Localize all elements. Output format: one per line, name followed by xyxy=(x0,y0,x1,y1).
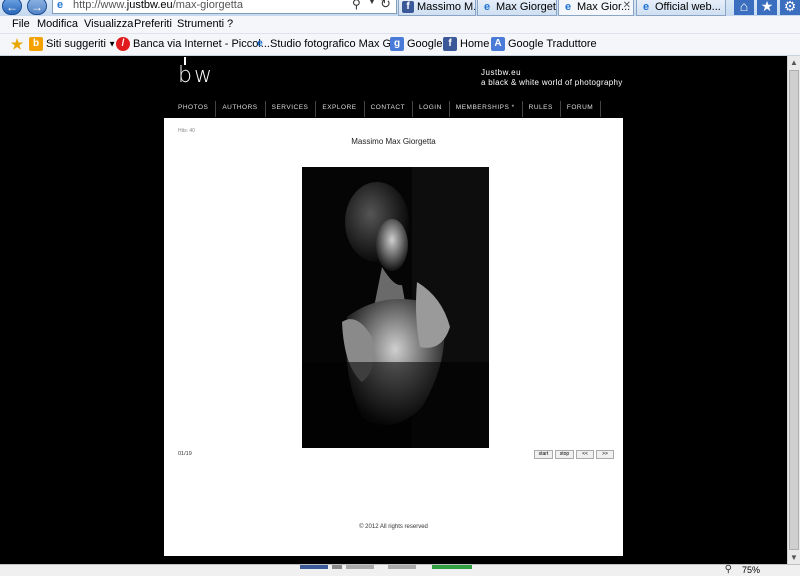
nav-services[interactable]: SERVICES xyxy=(266,101,317,117)
zoom-level[interactable]: 75% xyxy=(742,565,760,575)
taskbar-strip xyxy=(388,565,416,569)
nav-explore[interactable]: EXPLORE xyxy=(316,101,365,117)
nav-photos[interactable]: PHOTOS xyxy=(172,101,217,117)
google-icon: g xyxy=(390,37,404,51)
menu-modifica[interactable]: Modifica xyxy=(37,18,78,30)
gallery-photo[interactable] xyxy=(302,167,489,448)
slideshow-stop-button[interactable]: stop xyxy=(555,450,574,459)
dropdown-arrow-icon[interactable]: ▼ xyxy=(368,0,376,6)
scroll-thumb[interactable] xyxy=(789,70,799,550)
fav-google-traduttore[interactable]: A Google Traduttore xyxy=(491,37,597,53)
status-bar: ⚲ 75% xyxy=(0,564,800,576)
fav-google[interactable]: g Google xyxy=(390,37,442,53)
menu-strumenti[interactable]: Strumenti xyxy=(177,18,224,30)
site-logo[interactable]: bw xyxy=(178,57,214,88)
bank-icon: / xyxy=(116,37,130,51)
back-button[interactable]: ← xyxy=(2,0,22,15)
close-tab-icon[interactable]: ✕ xyxy=(623,0,631,11)
search-icon[interactable]: ⚲ xyxy=(352,0,361,11)
photo-counter: 01/19 xyxy=(178,451,192,457)
fav-banca[interactable]: / Banca via Internet - Piccol... xyxy=(116,37,270,53)
taskbar-strip xyxy=(346,565,374,569)
nav-memberships[interactable]: MEMBERSHIPS * xyxy=(450,101,523,117)
ie-page-icon: e xyxy=(483,1,491,13)
nav-contact[interactable]: CONTACT xyxy=(365,101,414,117)
taskbar-strip xyxy=(300,565,328,569)
favorites-add-icon[interactable]: ★ xyxy=(10,37,27,53)
facebook-icon: f xyxy=(402,1,414,13)
tab-max-giorgetta[interactable]: eMax Giorget... xyxy=(477,0,557,16)
refresh-icon[interactable]: ↻ xyxy=(380,0,391,12)
ie-page-icon: e xyxy=(642,1,650,13)
portrait-image xyxy=(302,167,489,448)
fav-siti-suggeriti[interactable]: b Siti suggeriti ▼ xyxy=(29,37,116,53)
url-text: http://www.justbw.eu/max-giorgetta xyxy=(73,0,243,11)
taskbar-strip xyxy=(432,565,472,569)
menu-help[interactable]: ? xyxy=(227,18,233,30)
favorites-bar: ★ b Siti suggeriti ▼ / Banca via Internet … xyxy=(0,34,800,56)
previous-photo-button[interactable]: << xyxy=(576,450,594,459)
nav-login[interactable]: LOGIN xyxy=(413,101,450,117)
page-scrollbar[interactable]: ▲ ▼ xyxy=(787,56,800,564)
menu-visualizza[interactable]: Visualizza xyxy=(84,18,133,30)
home-icon[interactable]: ⌂ xyxy=(734,0,754,15)
menu-file[interactable]: File xyxy=(12,18,30,30)
scroll-down-icon[interactable]: ▼ xyxy=(790,553,798,562)
site-tagline-title: Justbw.eu xyxy=(481,68,522,77)
menu-preferiti[interactable]: Preferiti xyxy=(134,18,172,30)
site-tagline: a black & white world of photography xyxy=(481,78,623,87)
ie-page-icon: e xyxy=(257,38,263,49)
slideshow-start-button[interactable]: start xyxy=(534,450,553,459)
next-photo-button[interactable]: >> xyxy=(596,450,614,459)
ie-page-icon: e xyxy=(564,1,572,13)
copyright-notice: © 2012 All rights reserved xyxy=(359,524,428,530)
hits-counter: Hits: 40 xyxy=(178,128,195,134)
tab-massimo[interactable]: f Massimo M... xyxy=(398,0,476,16)
zoom-icon[interactable]: ⚲ xyxy=(725,564,732,575)
nav-authors[interactable]: AUTHORS xyxy=(216,101,266,117)
fav-studio[interactable]: e Studio fotografico Max Gi... xyxy=(253,37,402,53)
scroll-up-icon[interactable]: ▲ xyxy=(790,58,798,67)
site-nav: PHOTOS AUTHORS SERVICES EXPLORE CONTACT … xyxy=(172,101,602,117)
taskbar-strip xyxy=(332,565,342,569)
author-title: Massimo Max Giorgetta xyxy=(351,137,436,146)
nav-rules[interactable]: RULES xyxy=(523,101,561,117)
gallery-panel: Hits: 40 Massimo Max Giorgetta 01/19 sta… xyxy=(164,118,623,556)
menu-bar: File Modifica Visualizza Preferiti Strum… xyxy=(0,16,800,34)
ie-page-icon: e xyxy=(57,0,64,11)
gear-icon[interactable]: ⚙ xyxy=(780,0,800,15)
favorites-star-icon[interactable]: ★ xyxy=(757,0,777,15)
address-bar: ← → e http://www.justbw.eu/max-giorgetta… xyxy=(0,0,800,16)
translate-icon: A xyxy=(491,37,505,51)
url-input[interactable]: e http://www.justbw.eu/max-giorgetta xyxy=(52,0,397,14)
facebook-icon: f xyxy=(443,37,457,51)
nav-forum[interactable]: FORUM xyxy=(561,101,602,117)
tab-max-gior-active[interactable]: e Max Gior... ✕ xyxy=(558,0,634,16)
bing-icon: b xyxy=(29,37,43,51)
tab-official-web[interactable]: e Official web... xyxy=(636,0,726,16)
fav-home[interactable]: f Home xyxy=(443,37,489,53)
forward-button[interactable]: → xyxy=(27,0,47,15)
